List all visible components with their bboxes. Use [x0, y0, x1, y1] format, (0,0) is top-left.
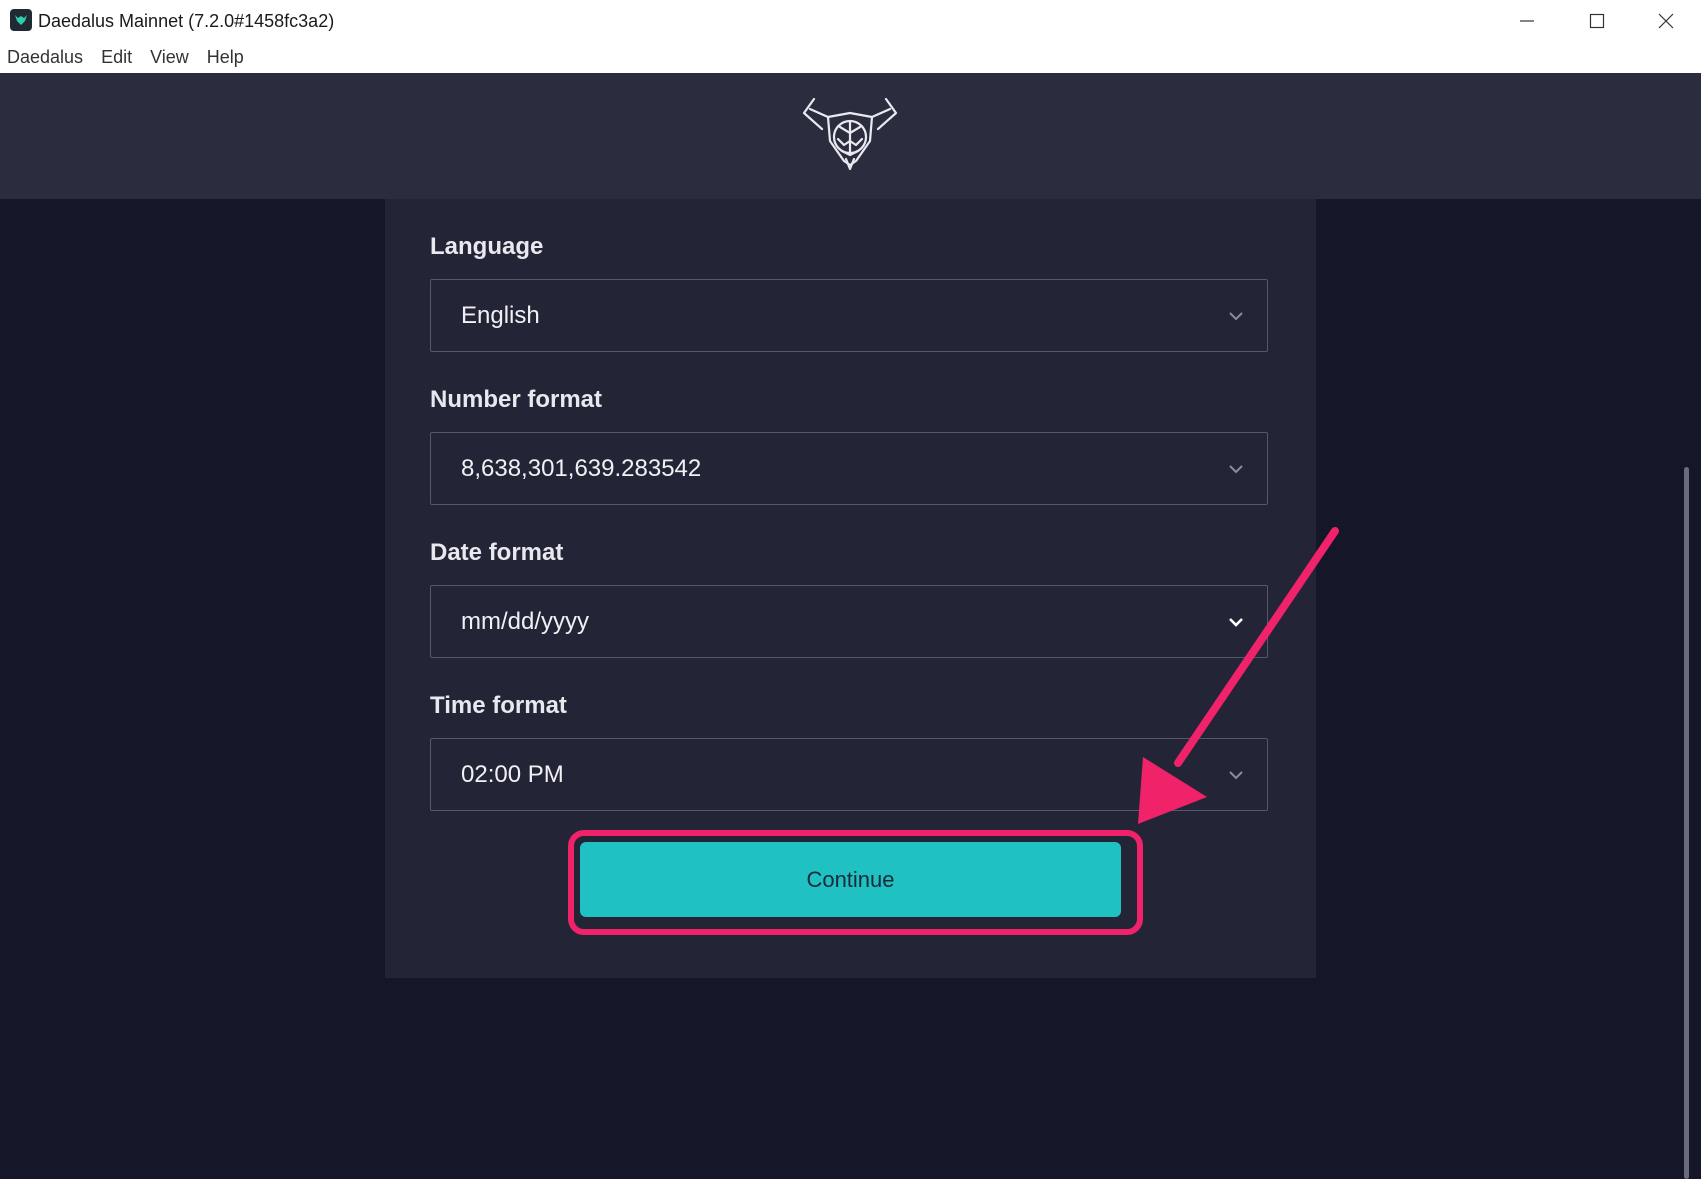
- content-area: Language English Number format 8,638,301…: [0, 199, 1701, 1179]
- chevron-down-icon: [1229, 771, 1243, 780]
- menu-bar: Daedalus Edit View Help: [0, 42, 1701, 73]
- language-value: English: [461, 302, 540, 329]
- daedalus-app-icon: [10, 9, 32, 31]
- language-select[interactable]: English: [430, 279, 1268, 352]
- menu-daedalus[interactable]: Daedalus: [0, 42, 92, 73]
- scrollbar[interactable]: [1684, 467, 1689, 1179]
- window-title: Daedalus Mainnet (7.2.0#1458fc3a2): [38, 11, 335, 31]
- time-format-value: 02:00 PM: [461, 761, 564, 788]
- title-bar: Daedalus Mainnet (7.2.0#1458fc3a2): [0, 0, 1701, 42]
- close-button[interactable]: [1631, 0, 1701, 42]
- minimize-icon: [1520, 20, 1534, 22]
- app-header: [0, 73, 1701, 199]
- maximize-button[interactable]: [1562, 0, 1632, 42]
- close-icon: [1658, 13, 1674, 29]
- menu-help[interactable]: Help: [198, 42, 253, 73]
- number-format-label: Number format: [430, 386, 603, 413]
- daedalus-bull-logo: [802, 97, 898, 171]
- chevron-down-icon: [1229, 465, 1243, 474]
- chevron-down-icon: [1229, 312, 1243, 321]
- date-format-label: Date format: [430, 539, 564, 566]
- chevron-down-icon: [1229, 618, 1243, 627]
- date-format-select[interactable]: mm/dd/yyyy: [430, 585, 1268, 658]
- settings-panel: Language English Number format 8,638,301…: [385, 199, 1316, 978]
- menu-edit[interactable]: Edit: [92, 42, 141, 73]
- number-format-value: 8,638,301,639.283542: [461, 455, 702, 482]
- maximize-icon: [1589, 13, 1605, 29]
- date-format-value: mm/dd/yyyy: [461, 608, 590, 635]
- language-label: Language: [430, 233, 544, 260]
- time-format-select[interactable]: 02:00 PM: [430, 738, 1268, 811]
- continue-button[interactable]: Continue: [580, 842, 1121, 917]
- menu-view[interactable]: View: [141, 42, 198, 73]
- time-format-label: Time format: [430, 692, 567, 719]
- number-format-select[interactable]: 8,638,301,639.283542: [430, 432, 1268, 505]
- minimize-button[interactable]: [1492, 0, 1562, 42]
